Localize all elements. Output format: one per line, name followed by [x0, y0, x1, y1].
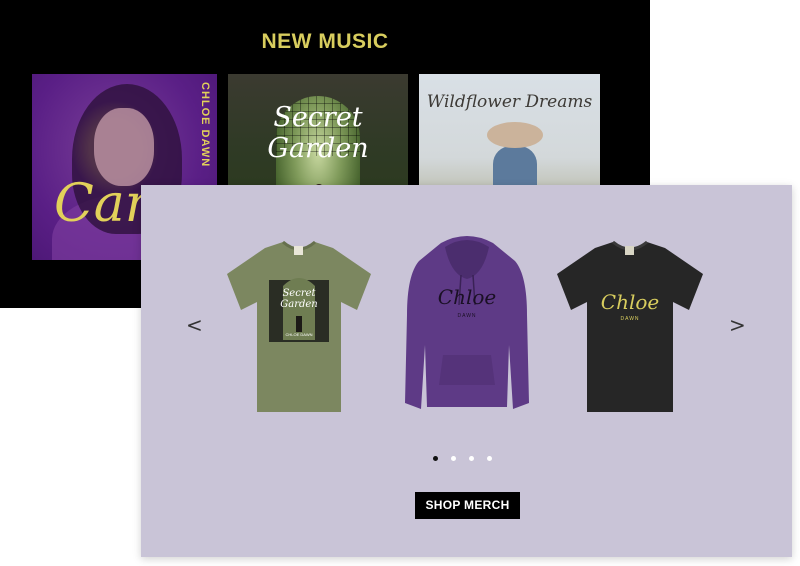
carousel-prev-arrow[interactable]: <	[186, 313, 203, 337]
merch-carousel: < > Secret Garden CHLOE DAWN Chloe DAWN	[141, 185, 792, 557]
pagination-dot[interactable]	[469, 456, 474, 461]
tshirt-print-text: Secret Garden	[280, 288, 318, 310]
pagination-dot[interactable]	[451, 456, 456, 461]
album-artist-name: CHLOE DAWN	[199, 82, 211, 168]
album-title-script: Secret Garden	[267, 102, 369, 164]
tshirt-image	[557, 240, 703, 412]
pagination-dot[interactable]	[433, 456, 438, 461]
product-purple-hoodie[interactable]: Chloe DAWN	[403, 235, 531, 413]
carousel-next-arrow[interactable]: >	[729, 313, 746, 337]
hoodie-print-text: Chloe	[437, 285, 497, 309]
album-art-hat	[487, 122, 543, 148]
hoodie-print-subtext: DAWN	[457, 313, 477, 319]
product-black-tshirt[interactable]: Chloe DAWN	[555, 240, 705, 415]
tshirt-print-subtext: CHLOE DAWN	[285, 332, 313, 337]
tshirt-image	[227, 240, 371, 412]
tshirt-print-text: Chloe	[600, 290, 660, 314]
hoodie-image	[405, 236, 529, 409]
carousel-pagination	[433, 448, 505, 461]
pagination-dot[interactable]	[487, 456, 492, 461]
new-music-title: NEW MUSIC	[261, 30, 389, 53]
shop-merch-button[interactable]: SHOP MERCH	[415, 492, 520, 519]
tshirt-print-subtext: DAWN	[620, 316, 640, 322]
album-title-script: Wildflower Dreams	[426, 92, 593, 112]
product-green-tshirt[interactable]: Secret Garden CHLOE DAWN	[225, 240, 373, 415]
